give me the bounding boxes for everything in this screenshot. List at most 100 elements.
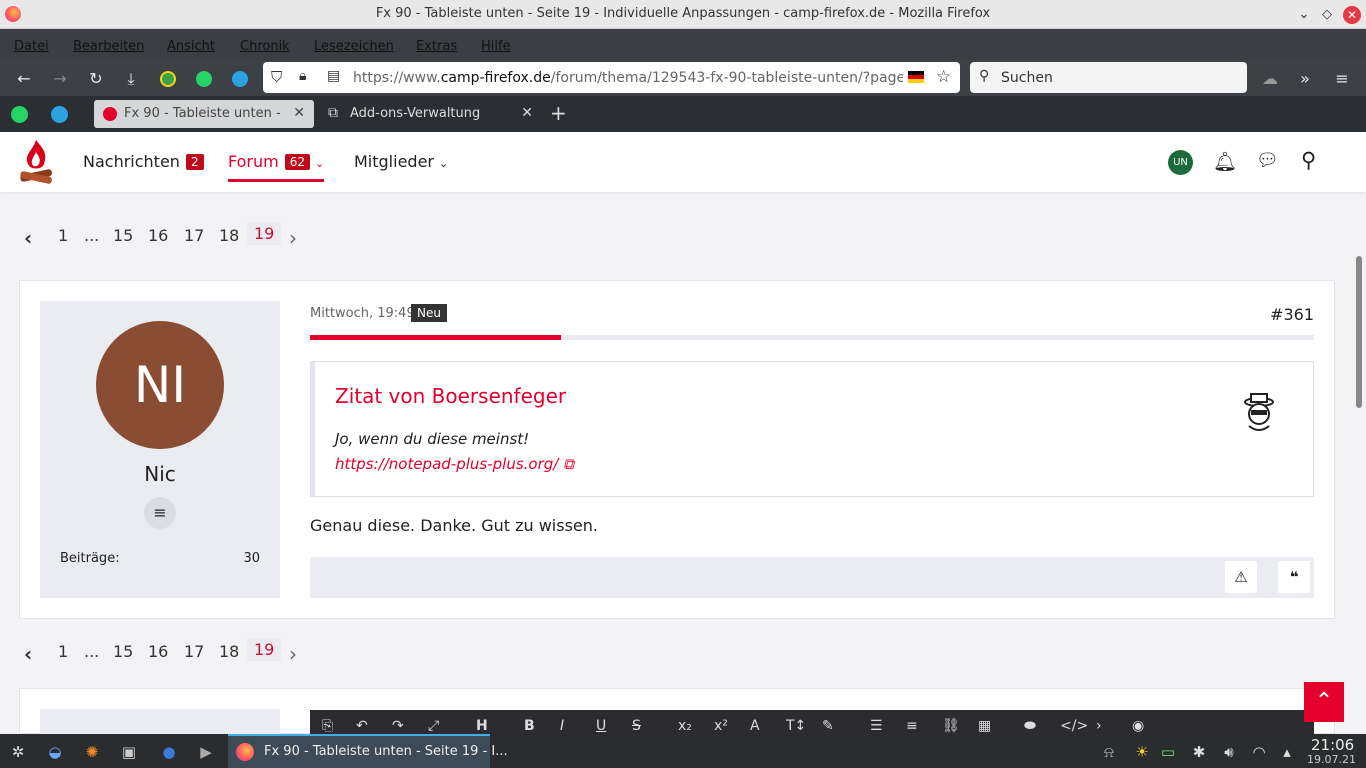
page-link[interactable]: 1 (58, 226, 68, 245)
strikethrough-icon[interactable]: S (632, 718, 641, 734)
page-link[interactable]: 17 (184, 226, 204, 245)
prev-page-icon[interactable]: ‹ (24, 642, 32, 666)
page-link[interactable]: 15 (113, 226, 133, 245)
menu-ansicht[interactable]: Ansicht (167, 39, 215, 54)
battery-icon[interactable]: ▭ (1157, 741, 1179, 763)
brush-icon[interactable]: ✎ (822, 718, 834, 734)
text-editor-icon[interactable]: ▣ (118, 741, 140, 763)
browser-icon[interactable]: ● (158, 741, 180, 763)
maximize-button[interactable]: ◇ (1318, 6, 1336, 24)
scroll-to-top-button[interactable]: ⌃ (1304, 682, 1344, 722)
report-warning-icon[interactable]: ⚠ (1225, 561, 1257, 593)
site-logo[interactable] (18, 138, 54, 186)
menu-lesezeichen[interactable]: Lesezeichen (314, 39, 394, 54)
next-page-icon[interactable]: › (289, 226, 297, 250)
fullscreen-icon[interactable]: ⤢ (428, 718, 439, 734)
download-icon[interactable]: ⤓ (121, 69, 141, 89)
taskbar-firefox-window[interactable]: Fx 90 - Tableiste unten - Seite 19 - I..… (228, 734, 508, 768)
heading-icon[interactable]: H (476, 718, 488, 734)
font-size-icon[interactable]: T↕ (786, 718, 806, 734)
tray-expand-icon[interactable]: ▴ (1276, 741, 1298, 763)
menu-extras[interactable]: Extras (416, 39, 457, 54)
user-avatar[interactable]: UN (1168, 150, 1193, 175)
next-page-icon[interactable]: › (289, 642, 297, 666)
prev-page-icon[interactable]: ‹ (24, 226, 32, 250)
back-icon[interactable]: ← (14, 69, 34, 89)
file-manager-icon[interactable]: ◒ (44, 741, 66, 763)
bluetooth-icon[interactable]: ✱ (1188, 741, 1210, 763)
page-scrollbar[interactable] (1356, 256, 1362, 408)
superscript-icon[interactable]: x² (714, 718, 728, 734)
forward-icon[interactable]: → (50, 69, 70, 89)
clock-date[interactable]: 19.07.21 (1307, 753, 1356, 766)
bookmark-star-icon[interactable]: ☆ (936, 67, 951, 87)
search-bar[interactable]: ⚲ Suchen (970, 62, 1247, 93)
italic-icon[interactable]: I (560, 718, 564, 734)
reload-icon[interactable]: ↻ (86, 69, 106, 89)
subscript-icon[interactable]: x₂ (678, 718, 692, 734)
page-link[interactable]: 18 (219, 642, 239, 661)
close-tab-icon[interactable]: ✕ (521, 105, 533, 121)
code-icon[interactable]: </> (1060, 718, 1088, 734)
menu-datei[interactable]: Datei (14, 39, 49, 54)
hamburger-menu-icon[interactable]: ≡ (1332, 69, 1352, 89)
telegram-pinned-icon[interactable] (51, 106, 68, 123)
spoiler-icon[interactable]: ⬬ (1024, 718, 1036, 734)
tab-addons-manager[interactable]: ⧉ Add-ons-Verwaltung ✕ (320, 100, 542, 128)
undo-icon[interactable]: ↶ (356, 718, 368, 734)
overflow-menu-icon[interactable]: » (1295, 69, 1315, 89)
pagination-ellipsis[interactable]: ... (84, 642, 99, 661)
wifi-icon[interactable]: ◠ (1248, 741, 1270, 763)
source-icon[interactable]: ⎘ (322, 718, 333, 734)
weather-icon[interactable]: ☀ (1131, 741, 1153, 763)
author-name[interactable]: Nic (40, 462, 280, 486)
volume-icon[interactable]: 🔊︎ (1218, 741, 1240, 763)
page-link[interactable]: 16 (148, 642, 168, 661)
preview-icon[interactable]: ◉ (1132, 718, 1144, 734)
extension-icon[interactable] (158, 69, 178, 89)
nav-nachrichten[interactable]: Nachrichten 2 (83, 152, 204, 171)
notifications-bell-icon[interactable]: 🔔︎ (1213, 150, 1237, 173)
tab-fx90-thread[interactable]: Fx 90 - Tableiste unten - Sei ✕ (94, 100, 314, 128)
page-link[interactable]: 18 (219, 226, 239, 245)
notifications-tray-icon[interactable]: ⍾ (1098, 741, 1120, 763)
whatsapp-pinned-icon[interactable] (11, 106, 28, 123)
clock-time[interactable]: 21:06 (1311, 736, 1354, 754)
menu-bearbeiten[interactable]: Bearbeiten (73, 39, 144, 54)
whatsapp-icon[interactable] (194, 69, 214, 89)
page-link[interactable]: 1 (58, 642, 68, 661)
vpn-icon[interactable]: ☁ (1260, 69, 1280, 89)
align-icon[interactable]: ≡ (906, 718, 918, 734)
close-window-button[interactable]: ✕ (1343, 6, 1361, 24)
close-tab-icon[interactable]: ✕ (293, 105, 305, 121)
new-tab-icon[interactable]: + (550, 101, 567, 125)
quote-link[interactable]: https://notepad-plus-plus.org/ ⧉ (335, 455, 574, 473)
page-link[interactable]: 17 (184, 642, 204, 661)
author-avatar[interactable]: NI (96, 321, 224, 449)
page-link[interactable]: 15 (113, 642, 133, 661)
post-number[interactable]: #361 (1270, 305, 1314, 324)
app-launcher-icon[interactable]: ✲ (7, 741, 29, 763)
telegram-icon[interactable] (230, 69, 250, 89)
url-bar[interactable]: ⛉ 🔒︎ ▤ https://www.camp-firefox.de/forum… (263, 62, 960, 93)
list-icon[interactable]: ☰ (870, 718, 883, 734)
underline-icon[interactable]: U (596, 718, 606, 734)
menu-hilfe[interactable]: Hilfe (481, 39, 511, 54)
tracking-shield-icon[interactable]: ⛉ (271, 68, 282, 86)
more-icon[interactable]: › (1096, 718, 1102, 734)
page-link[interactable]: 16 (148, 226, 168, 245)
reader-view-icon[interactable]: ▤ (327, 68, 340, 84)
redo-icon[interactable]: ↷ (392, 718, 404, 734)
german-flag-icon[interactable] (908, 71, 924, 83)
menu-chronik[interactable]: Chronik (240, 39, 290, 54)
table-icon[interactable]: ▦ (978, 718, 991, 734)
pinwheel-icon[interactable]: ✺ (81, 741, 103, 763)
lock-icon[interactable]: 🔒︎ (299, 68, 306, 84)
site-search-icon[interactable]: ⚲ (1301, 148, 1316, 172)
font-color-icon[interactable]: A (750, 718, 760, 734)
minimize-button[interactable]: ⌄ (1295, 6, 1313, 24)
quote-title[interactable]: Zitat von Boersenfeger (335, 384, 566, 408)
post-date[interactable]: Mittwoch, 19:49 (310, 306, 415, 321)
url-text[interactable]: https://www.camp-firefox.de/forum/thema/… (353, 70, 903, 86)
pagination-ellipsis[interactable]: ... (84, 226, 99, 245)
